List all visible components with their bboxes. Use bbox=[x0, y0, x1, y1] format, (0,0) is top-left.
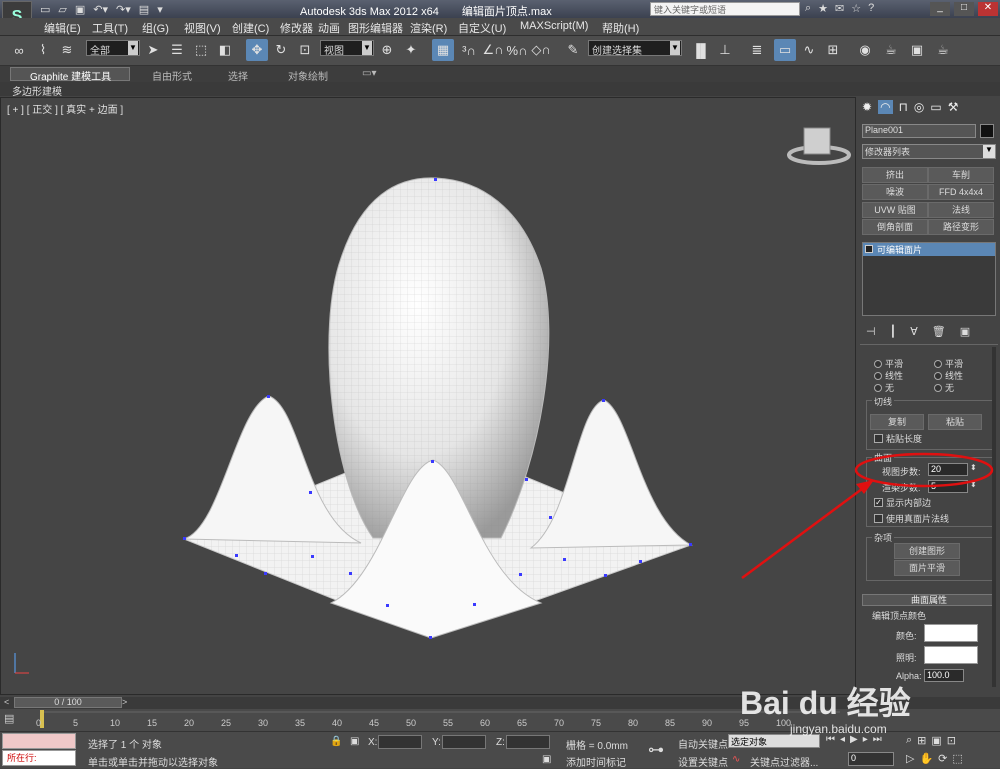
zoom-icon[interactable]: ⌕ bbox=[906, 734, 912, 747]
pan-icon[interactable]: ✋ bbox=[919, 752, 933, 765]
z-label: Z: bbox=[496, 737, 505, 748]
lock-selection-icon[interactable]: 🔒 bbox=[330, 736, 342, 747]
in-progress-label: 所在行: bbox=[7, 753, 37, 763]
fov-icon[interactable]: ▷ bbox=[906, 752, 914, 765]
prev-frame-icon[interactable]: < bbox=[4, 697, 14, 708]
current-frame-field[interactable]: 0 bbox=[848, 752, 894, 766]
orbit-icon[interactable]: ⟳ bbox=[938, 752, 947, 765]
timeline-tick-label: 30 bbox=[258, 718, 269, 728]
key-icon[interactable]: ⊶ bbox=[648, 740, 664, 760]
timeline-tick-label: 40 bbox=[332, 718, 343, 728]
annotation-overlay bbox=[741, 452, 994, 580]
timeline-tick-label: 10 bbox=[110, 718, 121, 728]
timeline-tick-label: 0 bbox=[36, 718, 42, 728]
timeline-tick-label: 75 bbox=[591, 718, 602, 728]
timeline-tick-label: 80 bbox=[628, 718, 639, 728]
key-filters-button[interactable]: 关键点过滤器... bbox=[750, 754, 818, 769]
set-key-button[interactable]: 设置关键点 bbox=[678, 754, 728, 769]
next-frame-icon[interactable]: > bbox=[122, 697, 132, 708]
watermark-logo: Bai du 经验 bbox=[740, 685, 911, 721]
highlight-arrow bbox=[741, 484, 867, 580]
x-label: X: bbox=[368, 737, 378, 748]
timeline-tick-label: 90 bbox=[702, 718, 713, 728]
grid-size: 栅格 = 0.0mm bbox=[566, 741, 628, 752]
zoom-extents-all-icon[interactable]: ⊡ bbox=[947, 734, 956, 747]
maximize-viewport-icon[interactable]: ⬚ bbox=[952, 752, 962, 765]
highlight-circle bbox=[854, 452, 994, 488]
key-curve-icon: ∿ bbox=[732, 754, 741, 765]
timeline-tick-label: 20 bbox=[184, 718, 195, 728]
y-coord-field[interactable] bbox=[442, 735, 486, 749]
key-mode-value: 选定对象 bbox=[731, 737, 768, 747]
time-slider-thumb[interactable]: 0 / 100 bbox=[14, 697, 122, 708]
tick-labels: 0 5 10 15 20 25 30 35 40 45 50 55 60 65 70 75 80 85 90 95 10… bbox=[0, 709, 860, 731]
auto-key-button[interactable]: 自动关键点 bbox=[678, 736, 728, 751]
zoom-all-icon[interactable]: ⊞ bbox=[917, 734, 926, 747]
watermark-url: jingyan.baidu.com bbox=[790, 722, 887, 736]
key-mode-dropdown[interactable]: 选定对象 bbox=[728, 734, 820, 748]
prompt-hint: 单击或单击并拖动以选择对象 bbox=[88, 758, 218, 769]
y-label: Y: bbox=[432, 737, 441, 748]
timeline-tick-label: 55 bbox=[443, 718, 454, 728]
in-progress-field[interactable]: 所在行: bbox=[2, 750, 76, 766]
timeline-tick-label: 65 bbox=[517, 718, 528, 728]
time-tag-icon[interactable]: ▣ bbox=[542, 754, 551, 765]
timeline-tick-label: 25 bbox=[221, 718, 232, 728]
timeline-tick-label: 15 bbox=[147, 718, 158, 728]
add-time-tag[interactable]: 添加时间标记 bbox=[566, 754, 626, 769]
timeline-tick-label: 50 bbox=[406, 718, 417, 728]
zoom-extents-icon[interactable]: ▣ bbox=[931, 734, 941, 747]
timeline-tick-label: 5 bbox=[73, 718, 79, 728]
timeline-tick-label: 60 bbox=[480, 718, 491, 728]
timeline-tick-label: 70 bbox=[554, 718, 565, 728]
timeline-tick-label: 85 bbox=[665, 718, 676, 728]
selection-status: 选择了 1 个 对象 bbox=[88, 740, 162, 751]
maxscript-listener[interactable] bbox=[2, 733, 76, 749]
x-coord-field[interactable] bbox=[378, 735, 422, 749]
status-bar: 所在行: 选择了 1 个 对象 单击或单击并拖动以选择对象 🔒 ▣ X: Y: … bbox=[0, 731, 1000, 769]
z-coord-field[interactable] bbox=[506, 735, 550, 749]
timeline-tick-label: 45 bbox=[369, 718, 380, 728]
absolute-mode-icon[interactable]: ▣ bbox=[350, 736, 359, 747]
timeline-tick-label: 35 bbox=[295, 718, 306, 728]
